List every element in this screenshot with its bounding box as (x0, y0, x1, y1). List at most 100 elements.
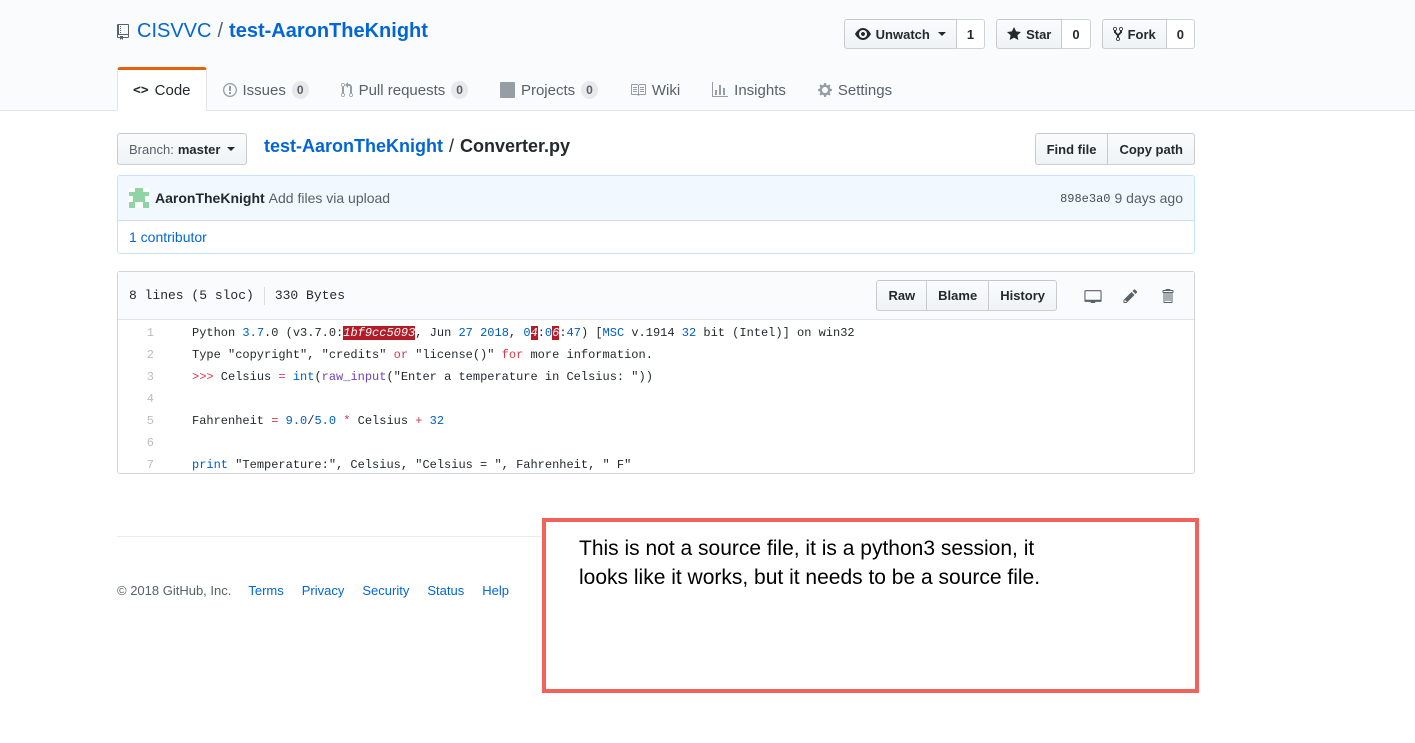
unwatch-label: Unwatch (875, 26, 930, 42)
star-group: Star 0 (996, 19, 1091, 49)
file-view-buttons: Raw Blame History (876, 280, 1057, 311)
pencil-icon (1123, 288, 1137, 303)
fork-button[interactable]: Fork (1101, 19, 1167, 49)
line-number[interactable]: 3 (118, 370, 164, 384)
tab-issues[interactable]: Issues 0 (207, 67, 325, 111)
repo-title: CISVVC / test-AaronTheKnight (117, 20, 428, 43)
tab-projects[interactable]: Projects 0 (484, 67, 614, 111)
footer-link-status[interactable]: Status (427, 583, 464, 598)
fork-group: Fork 0 (1101, 19, 1195, 49)
tab-code-label: Code (154, 81, 191, 99)
delete-button[interactable] (1154, 283, 1180, 309)
footer-link-security[interactable]: Security (362, 583, 409, 598)
tab-settings-label: Settings (837, 81, 893, 99)
desktop-button[interactable] (1080, 283, 1106, 309)
footer-link-help[interactable]: Help (482, 583, 509, 598)
graph-icon (712, 82, 729, 97)
commit-meta: 898e3a0 9 days ago (1060, 190, 1183, 206)
tab-settings[interactable]: Settings (802, 67, 908, 111)
watch-group: Unwatch 1 (843, 19, 986, 49)
commit-time: 9 days ago (1114, 190, 1184, 206)
annotation-box: This is not a source file, it is a pytho… (542, 518, 1199, 693)
file-actions: Raw Blame History (876, 280, 1180, 311)
line-content: Type "copyright", "credits" or "license(… (192, 348, 653, 362)
annotation-line-2: looks like it works, but it needs to be … (579, 566, 1041, 589)
repo-title-separator: / (217, 20, 224, 42)
code-line: 1 Python 3.7.0 (v3.7.0:1bf9cc5093, Jun 2… (118, 322, 1194, 344)
chevron-down-icon (937, 32, 946, 36)
project-icon (499, 82, 515, 98)
file-info-divider (263, 286, 265, 305)
line-number[interactable]: 2 (118, 348, 164, 362)
tab-issues-label: Issues (242, 81, 286, 99)
contributors-bar: 1 contributor (117, 221, 1195, 254)
code-line: 3 >>> Celsius = int(raw_input("Enter a t… (118, 366, 1194, 388)
code-line: 6 (118, 432, 1194, 454)
pull-request-icon (340, 82, 353, 98)
line-content: Fahrenheit = 9.0/5.0 * Celsius + 32 (192, 414, 445, 428)
file-box: 8 lines (5 sloc) 330 Bytes Raw Blame His… (117, 271, 1195, 474)
pagehead-actions: Unwatch 1 Star 0 Fork 0 (843, 19, 1195, 49)
branch-select-button[interactable]: Branch: master (117, 133, 248, 165)
history-button[interactable]: History (988, 280, 1057, 311)
footer-link-terms[interactable]: Terms (248, 583, 283, 598)
pulls-counter: 0 (451, 81, 468, 99)
line-content: Python 3.7.0 (v3.7.0:1bf9cc5093, Jun 27 … (192, 326, 855, 340)
star-icon (1007, 27, 1022, 40)
code-line: 4 (118, 388, 1194, 410)
tab-wiki[interactable]: Wiki (614, 67, 696, 111)
eye-icon (854, 28, 871, 40)
blame-button[interactable]: Blame (926, 280, 990, 311)
tab-insights-label: Insights (734, 81, 786, 99)
line-number[interactable]: 5 (118, 414, 164, 428)
repo-nav: <> Code Issues 0 Pull requests 0 Project… (117, 67, 908, 111)
commit-sha-link[interactable]: 898e3a0 (1060, 190, 1110, 206)
line-number[interactable]: 7 (118, 458, 164, 472)
star-button[interactable]: Star (996, 19, 1063, 49)
line-number[interactable]: 4 (118, 392, 164, 406)
code-line: 7 print "Temperature:", Celsius, "Celsiu… (118, 454, 1194, 476)
copy-path-button[interactable]: Copy path (1108, 133, 1195, 165)
unwatch-button[interactable]: Unwatch (843, 19, 957, 49)
tab-wiki-label: Wiki (651, 81, 681, 99)
line-content: print "Temperature:", Celsius, "Celsius … (192, 458, 632, 472)
repo-header: CISVVC / test-AaronTheKnight Unwatch 1 S… (0, 0, 1415, 111)
breadcrumb-repo-link[interactable]: test-AaronTheKnight (264, 136, 443, 157)
repo-owner-link[interactable]: CISVVC (137, 20, 211, 43)
tab-insights[interactable]: Insights (696, 67, 802, 111)
file-nav-actions: Find file Copy path (1034, 133, 1195, 165)
issue-icon (222, 83, 237, 97)
contributors-link[interactable]: 1 contributor (129, 229, 207, 245)
edit-button[interactable] (1117, 283, 1143, 309)
star-label: Star (1026, 26, 1052, 42)
line-number[interactable]: 1 (118, 326, 164, 340)
commit-tease: AaronTheKnight Add files via upload 898e… (117, 175, 1195, 221)
commit-message-link[interactable]: Add files via upload (269, 190, 390, 206)
file-size: 330 Bytes (274, 288, 346, 303)
star-count[interactable]: 0 (1062, 19, 1091, 49)
projects-counter: 0 (581, 81, 598, 99)
footer-link-privacy[interactable]: Privacy (302, 583, 345, 598)
footer-row: © 2018 GitHub, Inc. Terms Privacy Securi… (117, 583, 527, 598)
code-view: 1 Python 3.7.0 (v3.7.0:1bf9cc5093, Jun 2… (118, 320, 1194, 476)
tab-code[interactable]: <> Code (117, 67, 207, 111)
repo-name-link[interactable]: test-AaronTheKnight (229, 20, 428, 43)
breadcrumb-file-name: Converter.py (460, 136, 571, 156)
find-file-button[interactable]: Find file (1034, 133, 1109, 165)
line-number[interactable]: 6 (118, 436, 164, 450)
file-navigation: Branch: master test-AaronTheKnight / Con… (117, 133, 1195, 165)
commit-author-link[interactable]: AaronTheKnight (155, 190, 265, 206)
branch-value: master (177, 141, 221, 157)
tab-pull-requests[interactable]: Pull requests 0 (325, 67, 484, 111)
footer-copyright: © 2018 GitHub, Inc. (117, 583, 232, 598)
breadcrumb-separator: / (449, 136, 455, 156)
watch-count[interactable]: 1 (956, 19, 986, 49)
raw-button[interactable]: Raw (876, 280, 928, 311)
avatar[interactable] (129, 188, 149, 208)
fork-count[interactable]: 0 (1166, 19, 1195, 49)
fork-icon (1112, 26, 1123, 42)
desktop-icon (1084, 290, 1102, 303)
code-line: 2 Type "copyright", "credits" or "licens… (118, 344, 1194, 366)
issues-counter: 0 (291, 81, 309, 99)
file-lines-info: 8 lines (5 sloc) (129, 288, 254, 303)
